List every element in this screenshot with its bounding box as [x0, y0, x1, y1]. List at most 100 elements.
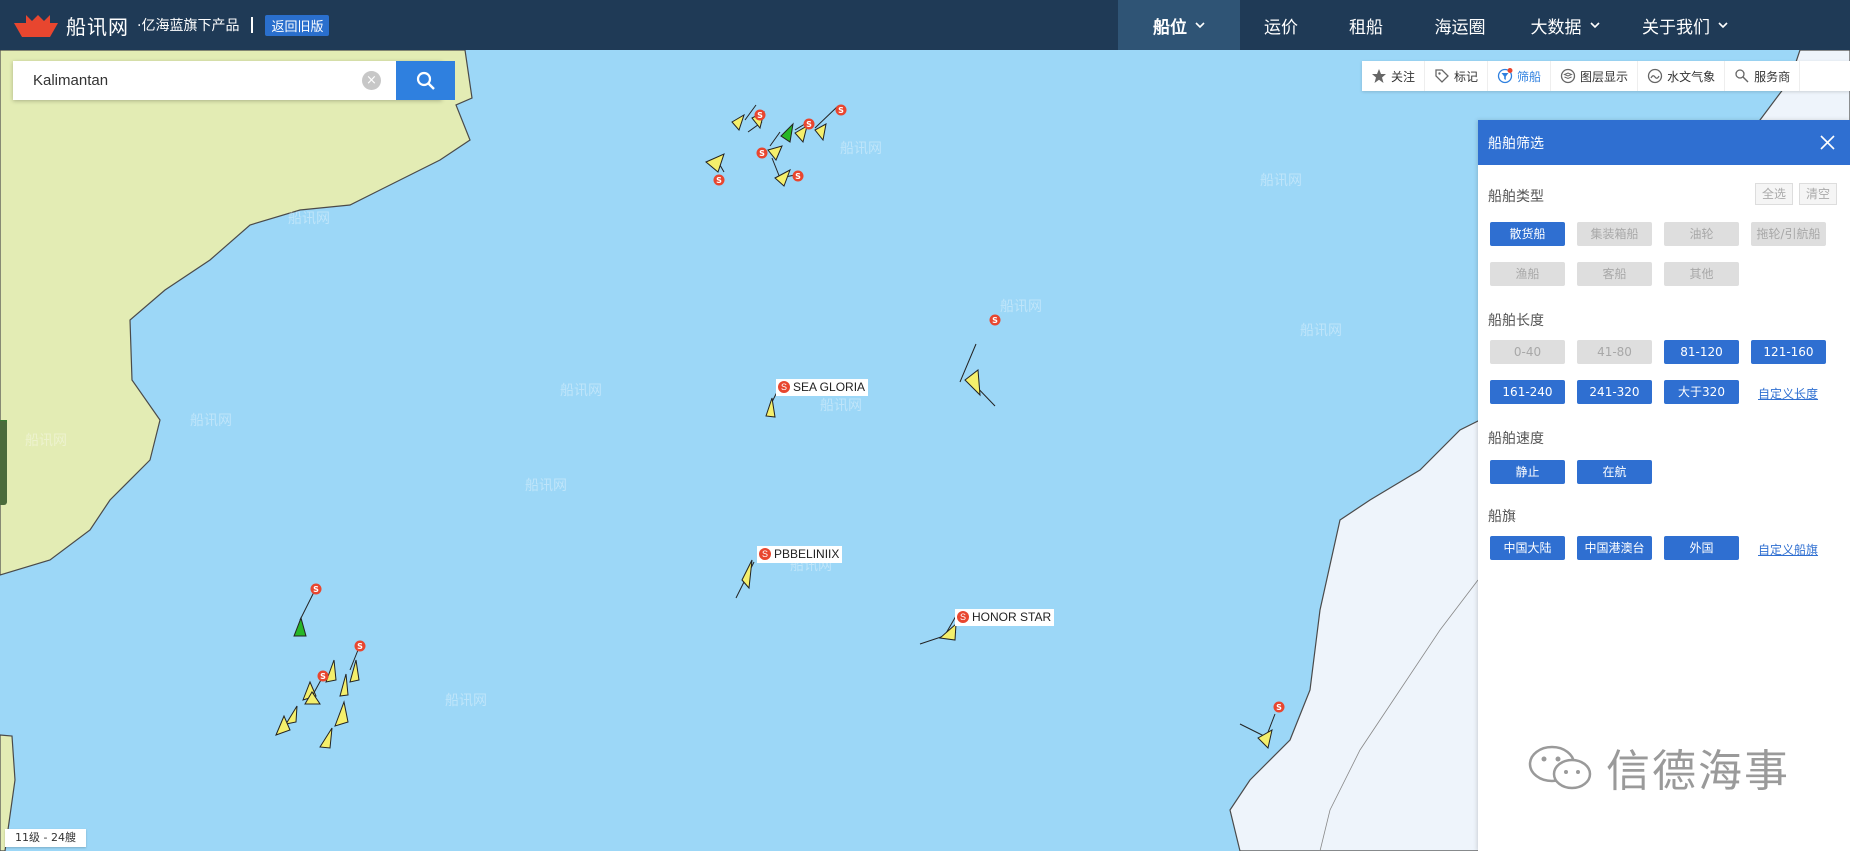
nav-label: 大数据	[1530, 17, 1582, 38]
ship-marker[interactable]	[919, 615, 957, 645]
svg-text:S: S	[757, 111, 763, 120]
tool-mark[interactable]: 标记	[1425, 61, 1489, 91]
wechat-watermark: 信德海事	[1526, 735, 1790, 799]
chip-flag[interactable]: 中国港澳台	[1577, 536, 1652, 560]
chip-type[interactable]: 集装箱船	[1577, 222, 1652, 246]
wechat-icon	[1528, 745, 1592, 790]
chip-type[interactable]: 渔船	[1490, 262, 1565, 286]
svg-text:S: S	[795, 172, 801, 181]
ship-marker[interactable]	[814, 105, 839, 142]
panel-header: 船舶筛选	[1478, 120, 1850, 165]
chevron-down-icon	[1195, 22, 1205, 29]
tool-weather[interactable]: 水文气象	[1638, 61, 1726, 91]
tool-layers[interactable]: 图层显示	[1551, 61, 1639, 91]
svg-text:S: S	[716, 176, 722, 185]
ship-label[interactable]: S SEA GLORIA	[776, 379, 869, 396]
ship-marker[interactable]	[349, 649, 360, 683]
tool-label: 服务商	[1754, 69, 1791, 84]
clear-button[interactable]: 清空	[1799, 183, 1838, 205]
chip-flag[interactable]: 中国大陆	[1490, 536, 1565, 560]
svg-text:S: S	[320, 672, 326, 681]
nav-big-data[interactable]: 大数据	[1510, 0, 1620, 50]
svg-text:S: S	[992, 316, 998, 325]
chip-type[interactable]: 其他	[1664, 262, 1739, 286]
chip-speed[interactable]: 在航	[1577, 460, 1652, 484]
top-nav-bar: 船讯网 ·亿海蓝旗下产品 返回旧版 船位 运价 租船 海运圈 大数据 关于我们	[0, 0, 1850, 50]
ship-marker[interactable]	[334, 700, 349, 727]
chip-type[interactable]: 客船	[1577, 262, 1652, 286]
ship-label[interactable]: S HONOR STAR	[955, 609, 1055, 626]
ship-marker[interactable]	[959, 343, 996, 407]
svg-text:S: S	[759, 149, 765, 158]
chip-length[interactable]: 161-240	[1490, 380, 1565, 404]
search-box: ×	[13, 61, 455, 100]
chevron-down-icon	[1718, 22, 1728, 29]
nav-label: 关于我们	[1642, 17, 1710, 38]
ship-marker[interactable]	[275, 714, 291, 736]
chip-type[interactable]: 油轮	[1664, 222, 1739, 246]
chip-flag[interactable]: 外国	[1664, 536, 1739, 560]
custom-length-link[interactable]: 自定义长度	[1758, 385, 1818, 402]
ship-marker[interactable]	[319, 727, 333, 749]
nav-about-us[interactable]: 关于我们	[1620, 0, 1750, 50]
zoom-level-status: 11级 - 24艘	[5, 829, 86, 847]
ship-marker[interactable]	[771, 157, 796, 187]
logo[interactable]: 船讯网 ·亿海蓝旗下产品 返回旧版	[12, 0, 330, 50]
svg-text:S: S	[838, 106, 844, 115]
section-ship-flag: 船旗	[1488, 509, 1516, 525]
search-input[interactable]	[13, 61, 383, 100]
chip-type[interactable]: 散货船	[1490, 222, 1565, 246]
svg-text:S: S	[313, 585, 319, 594]
tool-service-provider[interactable]: 服务商	[1725, 61, 1801, 91]
ship-marker[interactable]	[705, 153, 725, 173]
clear-search-icon[interactable]: ×	[362, 71, 381, 90]
layers-icon	[1560, 68, 1576, 84]
svg-text:S: S	[357, 642, 363, 651]
chip-speed[interactable]: 静止	[1490, 460, 1565, 484]
nav-ship-position[interactable]: 船位	[1118, 0, 1240, 50]
ship-marker[interactable]	[780, 122, 794, 143]
ship-name: SEA GLORIA	[793, 380, 866, 394]
svg-text:S: S	[1276, 703, 1282, 712]
custom-flag-link[interactable]: 自定义船旗	[1758, 541, 1818, 558]
main-nav: 船位 运价 租船 海运圈 大数据 关于我们	[1118, 0, 1750, 50]
search-button[interactable]	[396, 61, 455, 100]
ship-label[interactable]: S PBBELINIIX	[757, 546, 843, 563]
ship-marker[interactable]	[293, 589, 316, 637]
old-version-button[interactable]: 返回旧版	[265, 14, 330, 36]
left-panel-handle[interactable]	[0, 421, 7, 505]
star-icon	[1372, 69, 1386, 83]
logo-name: 船讯网	[66, 14, 129, 39]
ship-marker[interactable]	[1239, 713, 1276, 749]
chip-length[interactable]: 41-80	[1577, 340, 1652, 364]
tool-filter-ships[interactable]: 筛船	[1488, 61, 1552, 91]
ship-marker[interactable]	[767, 131, 783, 161]
chip-length[interactable]: 121-160	[1751, 340, 1826, 364]
ship-marker[interactable]	[339, 673, 349, 697]
section-ship-length: 船舶长度	[1488, 313, 1544, 329]
tool-label: 水文气象	[1667, 69, 1716, 84]
section-ship-speed: 船舶速度	[1488, 431, 1544, 447]
nav-freight[interactable]: 运价	[1240, 0, 1322, 50]
select-all-button[interactable]: 全选	[1755, 183, 1794, 205]
chip-length[interactable]: 大于320	[1664, 380, 1739, 404]
chip-type[interactable]: 拖轮/引航船	[1751, 222, 1826, 246]
weather-icon	[1647, 68, 1663, 84]
tool-label: 图层显示	[1580, 69, 1629, 84]
chip-length[interactable]: 81-120	[1664, 340, 1739, 364]
tag-icon	[1435, 69, 1449, 83]
ship-badge: S	[957, 611, 969, 623]
ship-marker[interactable]	[284, 705, 298, 725]
tool-follow[interactable]: 关注	[1362, 61, 1426, 91]
svg-text:S: S	[806, 120, 812, 129]
ship-marker[interactable]	[735, 559, 755, 599]
chip-length[interactable]: 241-320	[1577, 380, 1652, 404]
chevron-down-icon	[1589, 22, 1600, 29]
close-icon[interactable]	[1819, 134, 1836, 151]
logo-subtitle: ·亿海蓝旗下产品	[137, 18, 240, 34]
nav-charter[interactable]: 租船	[1322, 0, 1410, 50]
section-ship-type: 船舶类型	[1488, 189, 1544, 205]
nav-label: 海运圈	[1434, 17, 1486, 38]
nav-shipping-circle[interactable]: 海运圈	[1410, 0, 1510, 50]
chip-length[interactable]: 0-40	[1490, 340, 1565, 364]
